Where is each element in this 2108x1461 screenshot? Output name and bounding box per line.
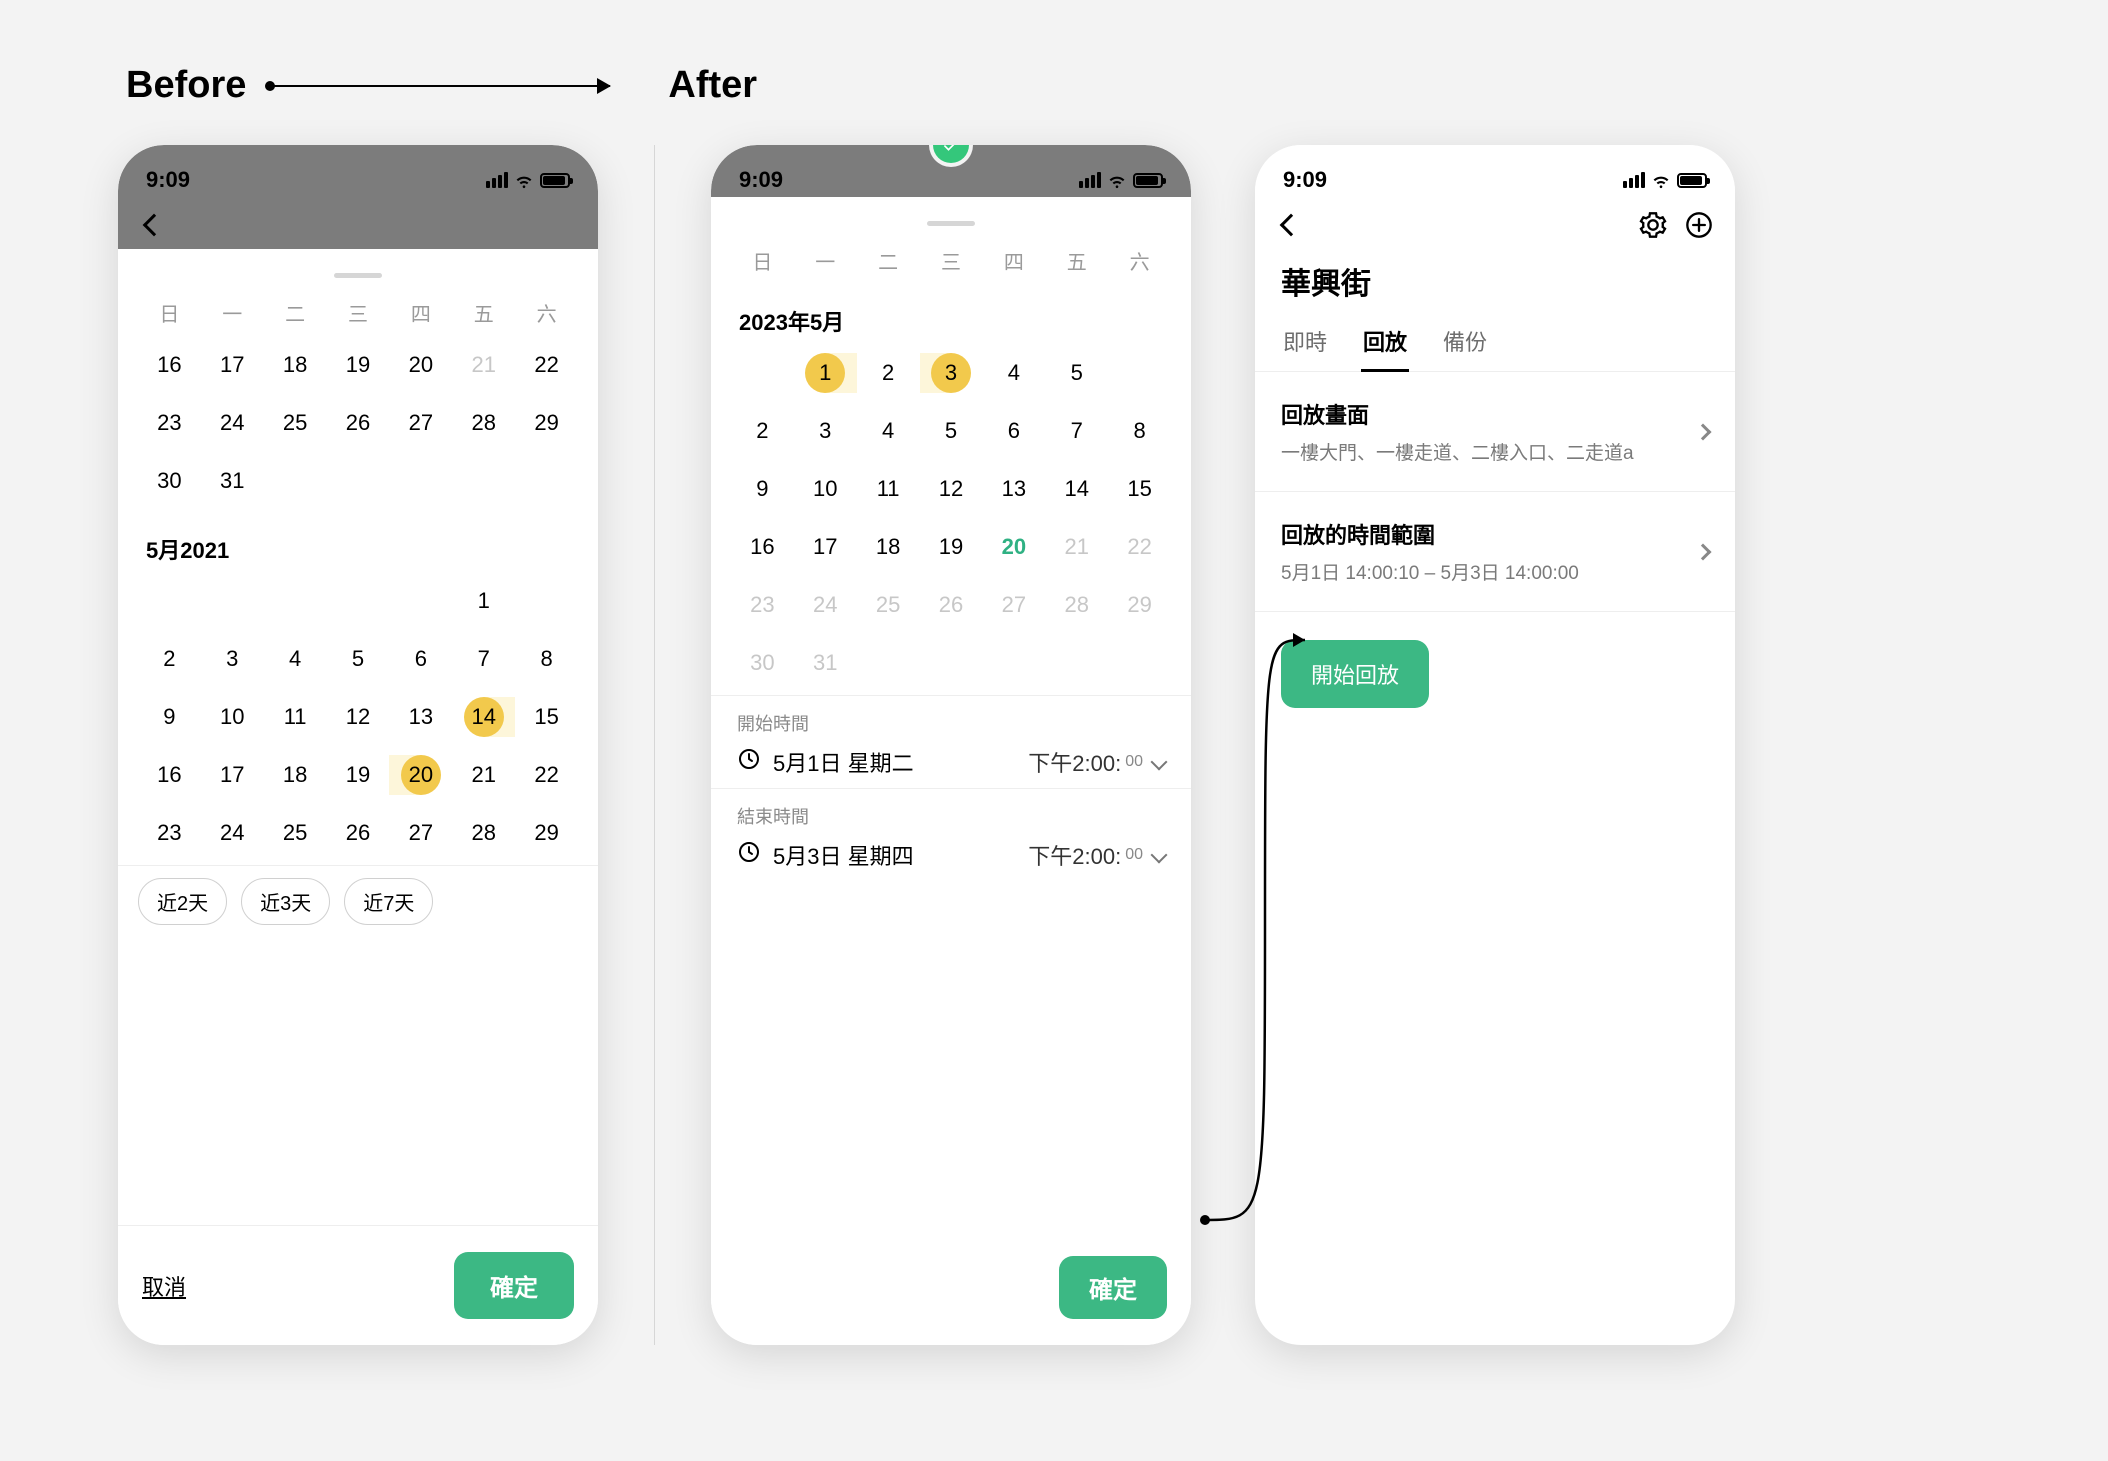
status-time: 9:09 [1283, 167, 1327, 193]
end-time-row[interactable]: 5月3日 星期四 下午2:00:00 [737, 839, 1165, 871]
range-start[interactable]: 14 [452, 695, 515, 739]
start-date-text: 5月1日 星期二 [773, 746, 914, 778]
chevron-down-icon [1151, 754, 1168, 771]
status-bar: 9:09 [1255, 155, 1735, 197]
battery-icon [1133, 173, 1163, 188]
clock-icon [737, 840, 761, 870]
playback-range-item[interactable]: 回放的時間範圍 5月1日 14:00:10 – 5月3日 14:00:00 [1255, 492, 1735, 612]
date-sheet: 日一二三四五六 2023年5月 12345 2345678 9101112131… [711, 207, 1191, 1345]
battery-icon [540, 173, 570, 188]
nav-bar [1255, 197, 1735, 249]
end-date-text: 5月3日 星期四 [773, 839, 914, 871]
phone-after-result: 9:09 華興街 即時 回放 備份 回放畫面 [1255, 145, 1735, 1345]
range-start[interactable]: 1 [794, 351, 857, 395]
sheet-handle[interactable] [334, 273, 382, 278]
pill-3days[interactable]: 近3天 [241, 878, 330, 925]
chevron-right-icon [1695, 543, 1712, 560]
calendar-month: 1 2345678 9101112131415 16171819202122 2… [118, 573, 598, 865]
end-time-section: 結束時間 5月3日 星期四 下午2:00:00 [711, 788, 1191, 881]
wifi-icon [1651, 170, 1671, 190]
end-time-label: 結束時間 [737, 803, 1165, 829]
signal-icon [486, 172, 508, 188]
battery-icon [1677, 173, 1707, 188]
item-subtitle: 5月1日 14:00:10 – 5月3日 14:00:00 [1281, 558, 1579, 585]
nav-bar [118, 197, 598, 249]
tab-live[interactable]: 即時 [1281, 315, 1329, 371]
chevron-down-icon [1151, 847, 1168, 864]
item-subtitle: 一樓大門、一樓走道、二樓入口、二走道a [1281, 438, 1634, 465]
month-title: 5月2021 [118, 513, 598, 573]
start-time-row[interactable]: 5月1日 星期二 下午2:00:00 [737, 746, 1165, 778]
tab-backup[interactable]: 備份 [1441, 315, 1489, 371]
day-of-week-header: 日一二三四五六 [711, 236, 1191, 285]
calendar-month: 12345 2345678 9101112131415 161718192021… [711, 345, 1191, 695]
start-time-label: 開始時間 [737, 710, 1165, 736]
status-time: 9:09 [739, 167, 783, 193]
start-time-section: 開始時間 5月1日 星期二 下午2:00:00 [711, 695, 1191, 788]
cancel-button[interactable]: 取消 [142, 1270, 186, 1302]
status-bar: 9:09 [118, 155, 598, 197]
back-button[interactable] [140, 211, 168, 239]
wifi-icon [1107, 170, 1127, 190]
back-button[interactable] [1277, 211, 1305, 239]
confirm-button[interactable]: 確定 [1059, 1256, 1167, 1319]
pill-2days[interactable]: 近2天 [138, 878, 227, 925]
arrow-before-after [270, 85, 610, 87]
day-of-week-header: 日一二三四五六 [118, 288, 598, 337]
chevron-right-icon [1695, 423, 1712, 440]
signal-icon [1079, 172, 1101, 188]
item-title: 回放畫面 [1281, 398, 1634, 430]
vertical-divider [654, 145, 655, 1345]
signal-icon [1623, 172, 1645, 188]
label-before: Before [126, 64, 246, 107]
before-after-labels: Before After [126, 64, 757, 107]
tab-playback[interactable]: 回放 [1361, 315, 1409, 371]
page-title: 華興街 [1255, 249, 1735, 315]
date-sheet: 日一二三四五六 16171819202122 23242526272829 30… [118, 259, 598, 1345]
sheet-footer: 確定 [711, 1236, 1191, 1345]
quick-range-pills: 近2天 近3天 近7天 [118, 865, 598, 937]
status-time: 9:09 [146, 167, 190, 193]
month-title: 2023年5月 [711, 285, 1191, 345]
label-after: After [668, 64, 757, 107]
sheet-footer: 取消 確定 [118, 1225, 598, 1345]
start-playback-button[interactable]: 開始回放 [1281, 640, 1429, 708]
sheet-handle[interactable] [927, 221, 975, 226]
gear-icon[interactable] [1639, 211, 1667, 239]
confirm-button[interactable]: 確定 [454, 1252, 574, 1319]
playback-screens-item[interactable]: 回放畫面 一樓大門、一樓走道、二樓入口、二走道a [1255, 372, 1735, 492]
tabs: 即時 回放 備份 [1255, 315, 1735, 372]
wifi-icon [514, 170, 534, 190]
phone-before: 9:09 日一二三四五六 16171819202122 232425262728… [118, 145, 598, 1345]
range-end[interactable]: 20 [389, 753, 452, 797]
phone-after-calendar: 9:09 日一二三四五六 2023年5月 12345 2345678 91011… [711, 145, 1191, 1345]
pill-7days[interactable]: 近7天 [344, 878, 433, 925]
add-icon[interactable] [1685, 211, 1713, 239]
calendar-prev-month: 16171819202122 23242526272829 3031 [118, 337, 598, 513]
item-title: 回放的時間範圍 [1281, 518, 1579, 550]
today[interactable]: 20 [982, 525, 1045, 569]
clock-icon [737, 747, 761, 777]
range-end[interactable]: 3 [920, 351, 983, 395]
